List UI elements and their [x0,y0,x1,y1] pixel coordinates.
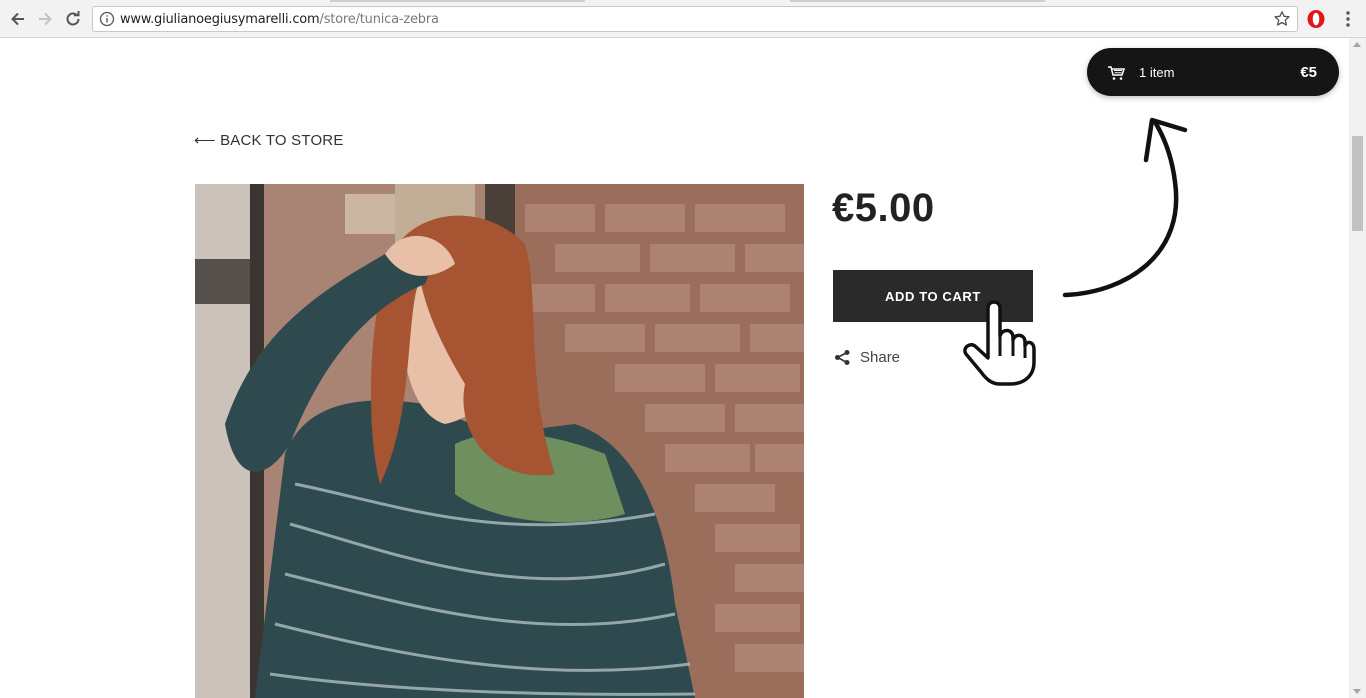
product-price: €5.00 [832,186,935,230]
hand-pointer-icon [963,300,1036,386]
tab-indicator [330,0,585,2]
menu-icon[interactable] [1340,10,1356,28]
back-icon [11,12,24,26]
back-button[interactable] [7,8,29,30]
share-label: Share [860,348,901,366]
cart-widget[interactable]: 1 item €5 [1087,48,1339,96]
reload-icon [66,11,80,26]
star-icon[interactable] [1273,10,1291,28]
cart-icon [1108,66,1125,80]
info-icon[interactable] [99,11,115,27]
opera-icon[interactable] [1306,9,1326,29]
back-to-store-link[interactable]: ⟵ BACK TO STORE [194,131,344,149]
scroll-up-arrow[interactable] [1353,42,1361,47]
address-bar[interactable]: www.giulianoegiusymarelli.com/store/tuni… [92,6,1298,32]
curved-arrow-icon [1062,117,1188,298]
url-text[interactable]: www.giulianoegiusymarelli.com/store/tuni… [120,12,439,27]
page-scrollbar[interactable] [1349,38,1366,698]
url-path: /store/tunica-zebra [319,12,439,27]
forward-button[interactable] [34,8,56,30]
browser-toolbar: www.giulianoegiusymarelli.com/store/tuni… [0,0,1366,38]
tab-indicator [790,0,1045,2]
scroll-down-arrow[interactable] [1353,689,1361,694]
scroll-thumb[interactable] [1352,136,1363,231]
forward-icon [39,12,52,26]
cart-total: €5 [1300,64,1317,81]
share-icon [835,349,850,365]
cart-item-count: 1 item [1139,65,1175,80]
share-button[interactable]: Share [834,346,900,368]
product-image [195,184,804,698]
reload-button[interactable] [62,8,84,30]
url-host: www.giulianoegiusymarelli.com [120,12,320,27]
